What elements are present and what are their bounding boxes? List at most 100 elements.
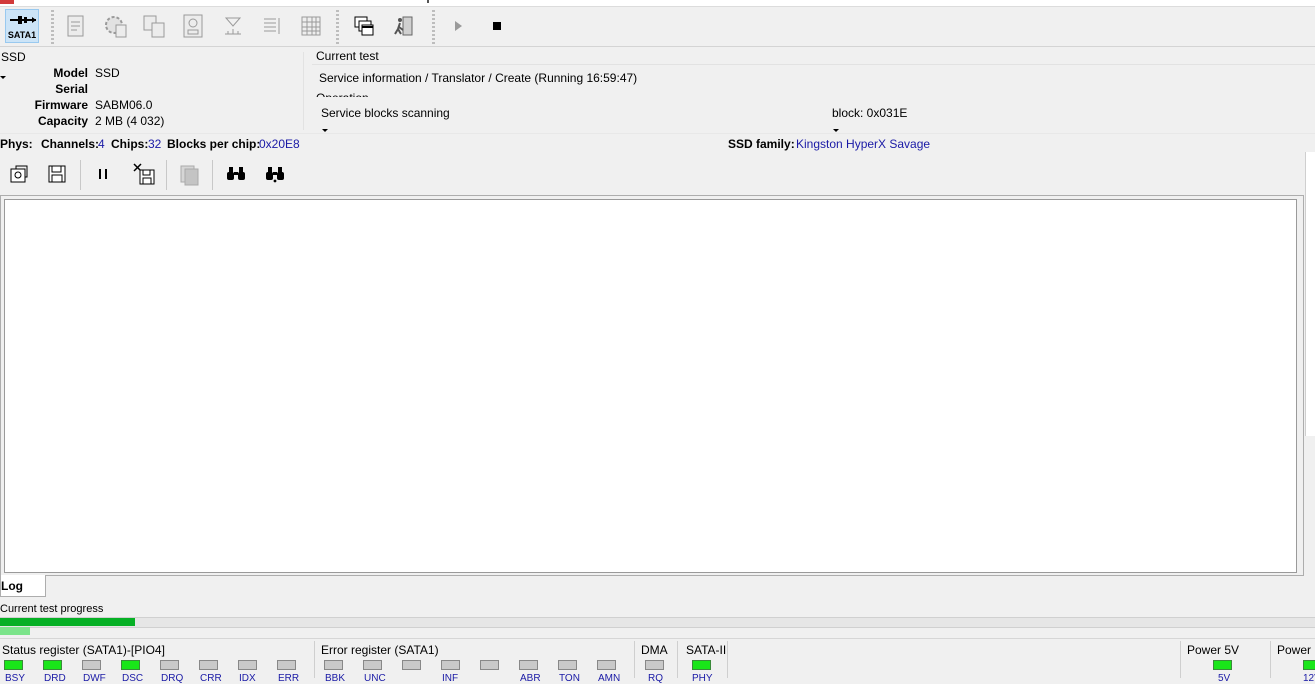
- board-button[interactable]: [176, 9, 210, 43]
- channels-label: Channels:: [41, 137, 100, 151]
- sata2-title: SATA-II: [686, 643, 727, 657]
- error-led-bbk: [324, 660, 343, 670]
- status-led-drq: [160, 660, 179, 670]
- power12-led: [1303, 660, 1315, 670]
- power12-label: 12V: [1303, 673, 1315, 684]
- current-test-field: Service information / Translator / Creat…: [312, 64, 1315, 91]
- tab-log[interactable]: Log: [0, 575, 46, 597]
- power5-title: Power 5V: [1187, 643, 1240, 657]
- save-icon: [48, 165, 66, 183]
- find-next-button[interactable]: [262, 161, 288, 187]
- error-led-ton: [558, 660, 577, 670]
- play-icon: [455, 21, 462, 31]
- ssd-family-label: SSD family:: [728, 137, 795, 151]
- status-led-bsy: [4, 660, 23, 670]
- exit-button[interactable]: [386, 9, 420, 43]
- binoculars-icon: [227, 167, 245, 180]
- exit-icon: [394, 16, 413, 36]
- sata2-phy-label: PHY: [692, 673, 713, 684]
- operation-value: Service blocks scanning: [321, 106, 450, 120]
- capacity-value: 2 MB (4 032): [95, 114, 165, 128]
- status-led-dsc: [121, 660, 140, 670]
- error-led-label: UNC: [364, 673, 386, 684]
- status-bar: Status register (SATA1)-[PIO4] BSY DRD DWF…: [0, 638, 1315, 684]
- status-register-title: Status register (SATA1)-[PIO4]: [2, 643, 165, 657]
- sata-port-icon: [10, 16, 36, 24]
- chips-value: 32: [148, 137, 162, 151]
- chips-button[interactable]: [137, 9, 171, 43]
- chips-label: Chips:: [111, 137, 149, 151]
- pause-icon: [99, 169, 107, 179]
- capacity-label: Capacity: [37, 114, 88, 128]
- status-led-drd: [43, 660, 62, 670]
- error-register-title: Error register (SATA1): [321, 643, 439, 657]
- scroll-button[interactable]: [59, 9, 93, 43]
- app-icon: [0, 0, 14, 4]
- sata-port-button[interactable]: SATA1: [5, 9, 39, 43]
- dma-rq-label: RQ: [648, 673, 663, 684]
- clear-log-button[interactable]: [131, 161, 157, 187]
- error-led-label: BBK: [325, 673, 346, 684]
- progress-label: Current test progress: [0, 603, 104, 615]
- pause-button[interactable]: [90, 161, 116, 187]
- error-led-amn: [597, 660, 616, 670]
- windows-button[interactable]: [347, 9, 381, 43]
- progress-track: [0, 617, 1315, 628]
- title-mark: [427, 0, 429, 3]
- ssd-group-title: SSD: [1, 50, 26, 64]
- gear-chip-button[interactable]: [98, 9, 132, 43]
- find-button[interactable]: [223, 161, 249, 187]
- power12-title: Power 12V: [1277, 643, 1315, 657]
- status-led-label: CRR: [200, 673, 222, 684]
- operation-field: Service blocks scanning block: 0x031E: [312, 97, 1315, 132]
- list-icon: [264, 18, 280, 34]
- log-textarea[interactable]: [4, 199, 1297, 573]
- main-toolbar: SATA1: [0, 7, 1315, 47]
- error-led-label: AMN: [598, 673, 621, 684]
- error-led-abr: [519, 660, 538, 670]
- model-value: SSD: [95, 66, 120, 80]
- hourglass-icon: [224, 17, 242, 35]
- open-log-button[interactable]: [6, 161, 32, 187]
- clear-save-icon: [133, 163, 155, 185]
- chevron-down-icon: [833, 129, 839, 132]
- hourglass-button[interactable]: [216, 9, 250, 43]
- blocks-per-chip-value: 0x20E8: [259, 137, 300, 151]
- status-led-crr: [199, 660, 218, 670]
- status-led-label: ERR: [278, 673, 300, 684]
- sata2-phy-led: [692, 660, 711, 670]
- binoculars-next-icon: [266, 167, 284, 183]
- error-led-blank-4: [480, 660, 499, 670]
- sata-port-label: SATA1: [7, 30, 37, 40]
- power5-led: [1213, 660, 1232, 670]
- status-led-label: DRD: [44, 673, 66, 684]
- dma-title: DMA: [641, 643, 668, 657]
- status-led-label: IDX: [239, 673, 256, 684]
- status-led-err: [277, 660, 296, 670]
- error-led-blank-2: [402, 660, 421, 670]
- serial-label: Serial: [55, 82, 88, 96]
- log-toolbar: [0, 154, 1304, 194]
- progress-bar: [0, 618, 136, 626]
- scroll-icon: [67, 15, 84, 37]
- copy-button[interactable]: [176, 161, 202, 187]
- model-label: Model: [53, 66, 88, 80]
- grid-button[interactable]: [294, 9, 328, 43]
- stop-button[interactable]: [480, 9, 514, 43]
- physical-info-row: Phys: Channels: 4 Chips: 32 Blocks per c…: [0, 133, 1315, 154]
- list-button[interactable]: [255, 9, 289, 43]
- play-button[interactable]: [441, 9, 475, 43]
- current-test-title: Current test: [316, 49, 379, 63]
- save-log-button[interactable]: [44, 161, 70, 187]
- operation-block: block: 0x031E: [832, 106, 908, 120]
- copy-icon: [180, 165, 199, 186]
- status-led-dwf: [82, 660, 101, 670]
- error-led-label: INF: [442, 673, 459, 684]
- right-side-panel: [1305, 152, 1315, 436]
- error-led-label: ABR: [520, 673, 541, 684]
- error-led-label: TON: [559, 673, 580, 684]
- chips-icon: [143, 15, 165, 38]
- status-led-label: DRQ: [161, 673, 184, 684]
- phys-label: Phys:: [0, 137, 33, 151]
- open-folder-icon: [10, 165, 28, 183]
